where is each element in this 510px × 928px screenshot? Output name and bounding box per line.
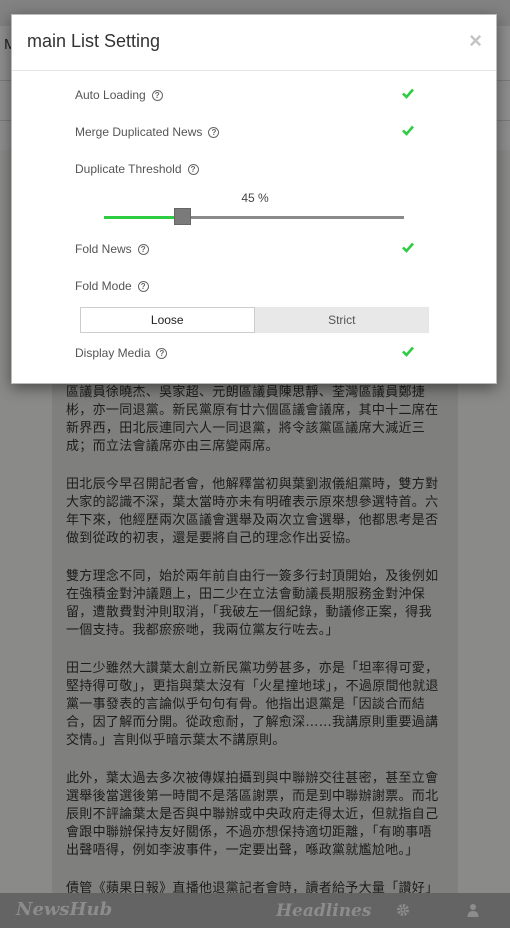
setting-merge-duplicated-news[interactable]: Merge Duplicated News? (75, 122, 417, 142)
fold-mode-toggle: Loose Strict (80, 307, 429, 333)
threshold-slider[interactable] (104, 208, 404, 225)
fold-news-label: Fold News (75, 242, 132, 256)
help-icon[interactable]: ? (137, 244, 149, 255)
setting-display-media[interactable]: Display Media? (75, 343, 417, 363)
settings-modal: main List Setting × Auto Loading? Merge … (11, 14, 497, 384)
newshub-logo[interactable]: NewsHub (16, 899, 112, 920)
gear-icon[interactable] (396, 903, 410, 917)
help-icon[interactable]: ? (156, 348, 168, 359)
help-icon[interactable]: ? (187, 164, 199, 175)
auto-loading-label: Auto Loading (75, 88, 146, 102)
close-button[interactable]: × (469, 28, 482, 54)
slider-thumb[interactable] (173, 208, 191, 225)
threshold-value: 45 % (241, 191, 269, 205)
help-icon[interactable]: ? (137, 281, 149, 292)
fold-mode-strict-button[interactable]: Strict (254, 307, 429, 333)
setting-fold-mode: Fold Mode? (75, 276, 417, 296)
check-icon[interactable] (401, 123, 415, 137)
display-media-label: Display Media (75, 346, 151, 360)
duplicate-threshold-label: Duplicate Threshold (75, 162, 182, 176)
article-paragraph: 雙方理念不同，始於兩年前自由行一簽多行封頂開始，及後例如在強積金對沖議題上，田二… (66, 569, 439, 638)
modal-header: main List Setting × (12, 15, 496, 71)
setting-duplicate-threshold: Duplicate Threshold? (75, 159, 417, 179)
user-icon[interactable] (466, 903, 480, 917)
check-icon[interactable] (401, 240, 415, 254)
article-paragraph: 此外，葉太過去多次被傳媒拍攝到與中聯辦交往甚密，甚至立會選舉後當選後第一時間不是… (66, 771, 439, 858)
fold-mode-loose-button[interactable]: Loose (80, 307, 255, 333)
bottom-nav: NewsHub Headlines (0, 893, 510, 928)
article-paragraph: 區議員徐曉杰、吳家超、元朗區議員陳思靜、荃灣區議員鄭捷彬，亦一同退黨。新民黨原有… (66, 385, 439, 454)
article-paragraph: 田北辰今早召開記者會，他解釋當初與葉劉淑儀組黨時，雙方對大家的認識不深，葉太當時… (66, 477, 439, 546)
setting-fold-news[interactable]: Fold News? (75, 239, 417, 259)
help-icon[interactable]: ? (208, 127, 220, 138)
fold-mode-label: Fold Mode (75, 279, 132, 293)
article-paragraph: 田二少雖然大讚葉太創立新民黨功勞甚多，亦是「坦率得可愛，堅持得可敬」，更指與葉太… (66, 661, 439, 748)
headlines-tab[interactable]: Headlines (276, 901, 371, 921)
slider-fill (104, 216, 174, 219)
check-icon[interactable] (401, 344, 415, 358)
help-icon[interactable]: ? (151, 90, 163, 101)
merge-duplicated-news-label: Merge Duplicated News (75, 125, 203, 139)
check-icon[interactable] (401, 86, 415, 100)
modal-title: main List Setting (27, 31, 161, 51)
setting-auto-loading[interactable]: Auto Loading? (75, 85, 417, 105)
